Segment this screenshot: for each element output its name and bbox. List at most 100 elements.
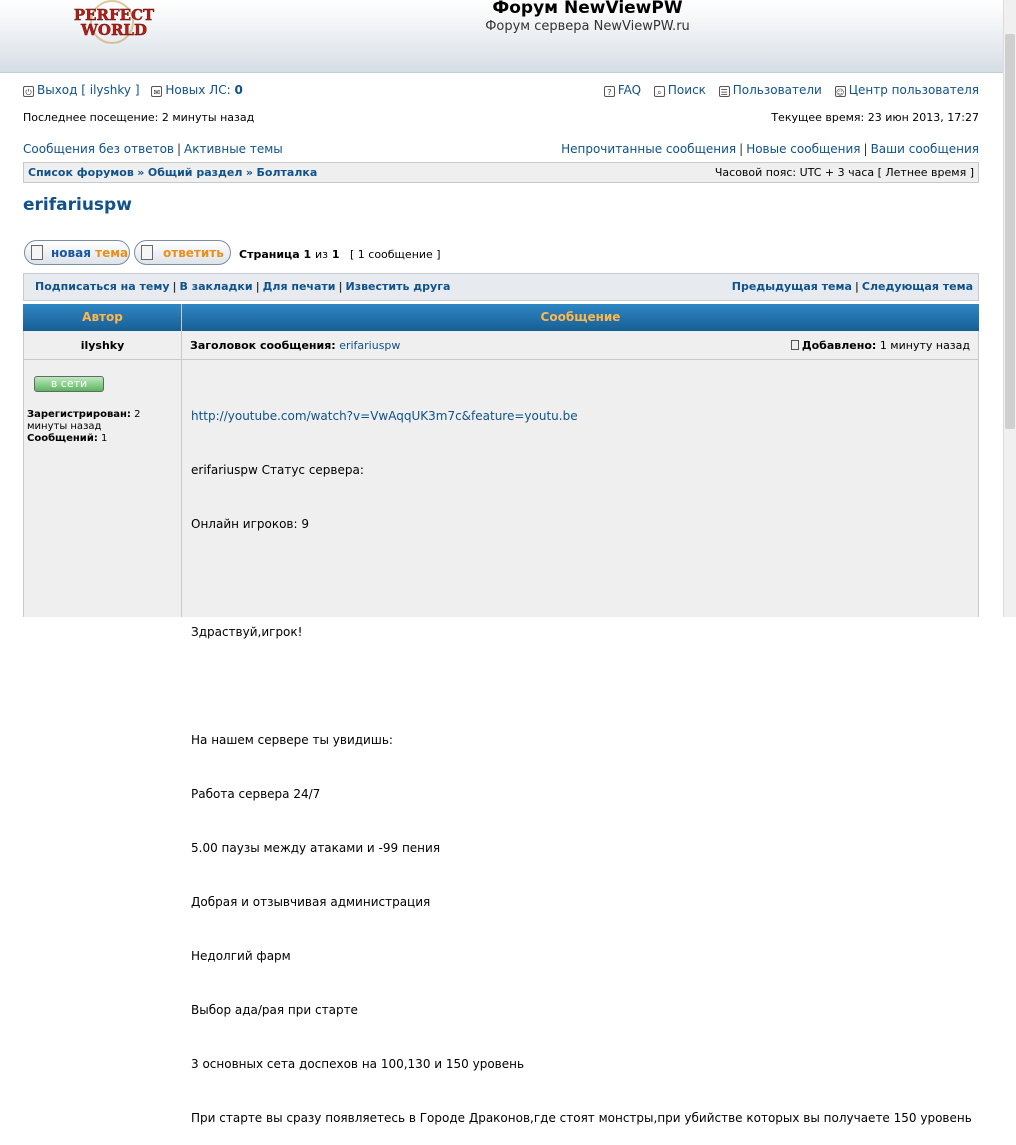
- post-line: Недолгий фарм: [191, 949, 291, 963]
- unread-link[interactable]: Непрочитанные сообщения: [561, 142, 736, 156]
- message-icon: ✉: [151, 86, 163, 97]
- new-topic-label-a: новая: [51, 246, 91, 260]
- logout-link[interactable]: ⏻ Выход [ ilyshky ]: [23, 83, 140, 97]
- pagination: Страница 1 из 1 [ 1 сообщение ]: [239, 248, 441, 261]
- subscribe-link[interactable]: Подписаться на тему: [35, 280, 170, 293]
- post-icon[interactable]: [790, 340, 799, 350]
- print-link[interactable]: Для печати: [263, 280, 336, 293]
- post-added: Добавлено: 1 минуту назад: [790, 339, 970, 352]
- pm-count: 0: [234, 83, 243, 97]
- breadcrumb: Список форумов » Общий раздел » Болталка…: [23, 162, 979, 183]
- new-topic-button[interactable]: новая тема: [24, 240, 130, 265]
- page-of: из: [314, 248, 328, 261]
- author-profile: Зарегистрирован: 2 минуты назад Сообщени…: [27, 409, 157, 445]
- visit-info: Последнее посещение: 2 минуты назад Теку…: [23, 111, 979, 124]
- document-icon: [141, 245, 153, 260]
- separator: |: [177, 142, 182, 156]
- unanswered-link[interactable]: Сообщения без ответов: [23, 142, 174, 156]
- added-label: Добавлено:: [801, 339, 877, 352]
- post-line: Выбор ада/рая при старте: [191, 1003, 358, 1017]
- faq-label: FAQ: [617, 83, 642, 97]
- members-label: Пользователи: [732, 83, 822, 97]
- posts-table-header: Автор Сообщение: [23, 304, 979, 331]
- page-current: 1: [303, 248, 312, 261]
- quick-links: Сообщения без ответов | Активные темы Непр…: [23, 142, 979, 156]
- pm-label: Новых ЛС:: [165, 83, 231, 97]
- your-posts-link[interactable]: Ваши сообщения: [871, 142, 979, 156]
- reply-button[interactable]: ответить: [134, 240, 231, 265]
- power-icon: ⏻: [23, 86, 34, 97]
- search-icon: ⌕: [653, 86, 665, 97]
- members-icon: ☰: [718, 86, 730, 97]
- breadcrumb-arrow: »: [245, 166, 254, 179]
- email-friend-link[interactable]: Известить друга: [346, 280, 451, 293]
- reply-label: ответить: [163, 246, 224, 260]
- youtube-link[interactable]: http://youtube.com/watch?v=VwAqqUK3m7c&f…: [191, 407, 972, 425]
- separator: |: [338, 280, 343, 293]
- post-line: erifariuspw Статус сервера:: [191, 463, 364, 477]
- post-line: При старте вы сразу появляетесь в Городе…: [191, 1111, 972, 1125]
- post-line: Онлайн игроков: 9: [191, 517, 309, 531]
- bookmark-link[interactable]: В закладки: [180, 280, 253, 293]
- post-line: На нашем сервере ты увидишь:: [191, 733, 393, 747]
- members-link[interactable]: ☰ Пользователи: [718, 83, 822, 97]
- subject-label: Заголовок сообщения:: [190, 339, 336, 352]
- site-description: Форум сервера NewViewPW.ru: [485, 19, 690, 34]
- page-total: 1: [331, 248, 340, 261]
- row-divider: [23, 359, 979, 360]
- active-topics-link[interactable]: Активные темы: [184, 142, 283, 156]
- post-line: 3 основных сета доспехов на 100,130 и 15…: [191, 1057, 525, 1071]
- col-message: Сообщение: [540, 310, 621, 324]
- post-author[interactable]: ilyshky: [23, 339, 182, 352]
- subject-link[interactable]: erifariuspw: [339, 339, 400, 352]
- last-visit: Последнее посещение: 2 минуты назад: [23, 111, 255, 124]
- page-label: Страница: [239, 248, 300, 261]
- separator: |: [172, 280, 177, 293]
- post-line: Работа сервера 24/7: [191, 787, 321, 801]
- post-line: Здраствуй,игрок!: [191, 625, 303, 639]
- new-posts-link[interactable]: Новые сообщения: [746, 142, 860, 156]
- next-topic-link[interactable]: Следующая тема: [862, 280, 973, 293]
- topic-title[interactable]: erifariuspw: [23, 195, 132, 215]
- search-label: Поиск: [667, 83, 706, 97]
- post-line: Добрая и отзывчивая администрация: [191, 895, 431, 909]
- document-icon: [31, 245, 43, 260]
- site-title: Форум NewViewPW: [492, 0, 683, 18]
- page-scrollbar[interactable]: [1003, 0, 1016, 617]
- separator: |: [854, 280, 859, 293]
- post-subject: Заголовок сообщения: erifariuspw: [190, 339, 400, 352]
- topic-actions-bar: Подписаться на тему | В закладки | Для печат…: [23, 273, 979, 301]
- breadcrumb-index[interactable]: Список форумов: [28, 166, 134, 179]
- search-link[interactable]: ⌕ Поиск: [653, 83, 706, 97]
- site-header: PERFECT WORLD Форум NewViewPW Форум серв…: [0, 0, 1003, 73]
- ucp-label: Центр пользователя: [848, 83, 979, 97]
- user-icon: ☺: [834, 86, 846, 97]
- scrollbar-thumb[interactable]: [1005, 34, 1015, 429]
- new-topic-label-b: тема: [95, 246, 129, 260]
- col-author: Автор: [82, 310, 123, 324]
- post-line: [191, 677, 972, 695]
- current-time: Текущее время: 23 июн 2013, 17:27: [771, 111, 979, 124]
- breadcrumb-forum[interactable]: Болталка: [257, 166, 318, 179]
- post-count: [ 1 сообщение ]: [349, 248, 441, 261]
- separator: |: [739, 142, 744, 156]
- registered-label: Зарегистрирован:: [27, 409, 131, 420]
- breadcrumb-arrow: »: [137, 166, 145, 179]
- post-line: [191, 569, 972, 587]
- post-line: 5.00 паузы между атаками и -99 пения: [191, 841, 441, 855]
- user-nav: ? FAQ ⌕ Поиск ☰ Пользователи ☺ Центр пользов…: [603, 83, 979, 97]
- question-icon: ?: [603, 86, 615, 97]
- logout-label: Выход [ ilyshky ]: [37, 83, 140, 97]
- ucp-link[interactable]: ☺ Центр пользователя: [834, 83, 979, 97]
- posts-value: 1: [101, 433, 108, 444]
- breadcrumb-section[interactable]: Общий раздел: [148, 166, 243, 179]
- added-value: 1 минуту назад: [879, 339, 970, 352]
- timezone: Часовой пояс: UTC + 3 часа [ Летнее врем…: [714, 166, 974, 179]
- previous-topic-link[interactable]: Предыдущая тема: [732, 280, 852, 293]
- private-messages-link[interactable]: ✉ Новых ЛС: 0: [151, 83, 243, 97]
- post-body: http://youtube.com/watch?v=VwAqqUK3m7c&f…: [191, 371, 972, 1145]
- online-badge: в сети: [34, 376, 104, 392]
- separator: |: [863, 142, 868, 156]
- faq-link[interactable]: ? FAQ: [603, 83, 642, 97]
- user-bar: ⏻ Выход [ ilyshky ] ✉ Новых ЛС: 0 ? FAQ ⌕ По…: [23, 83, 979, 97]
